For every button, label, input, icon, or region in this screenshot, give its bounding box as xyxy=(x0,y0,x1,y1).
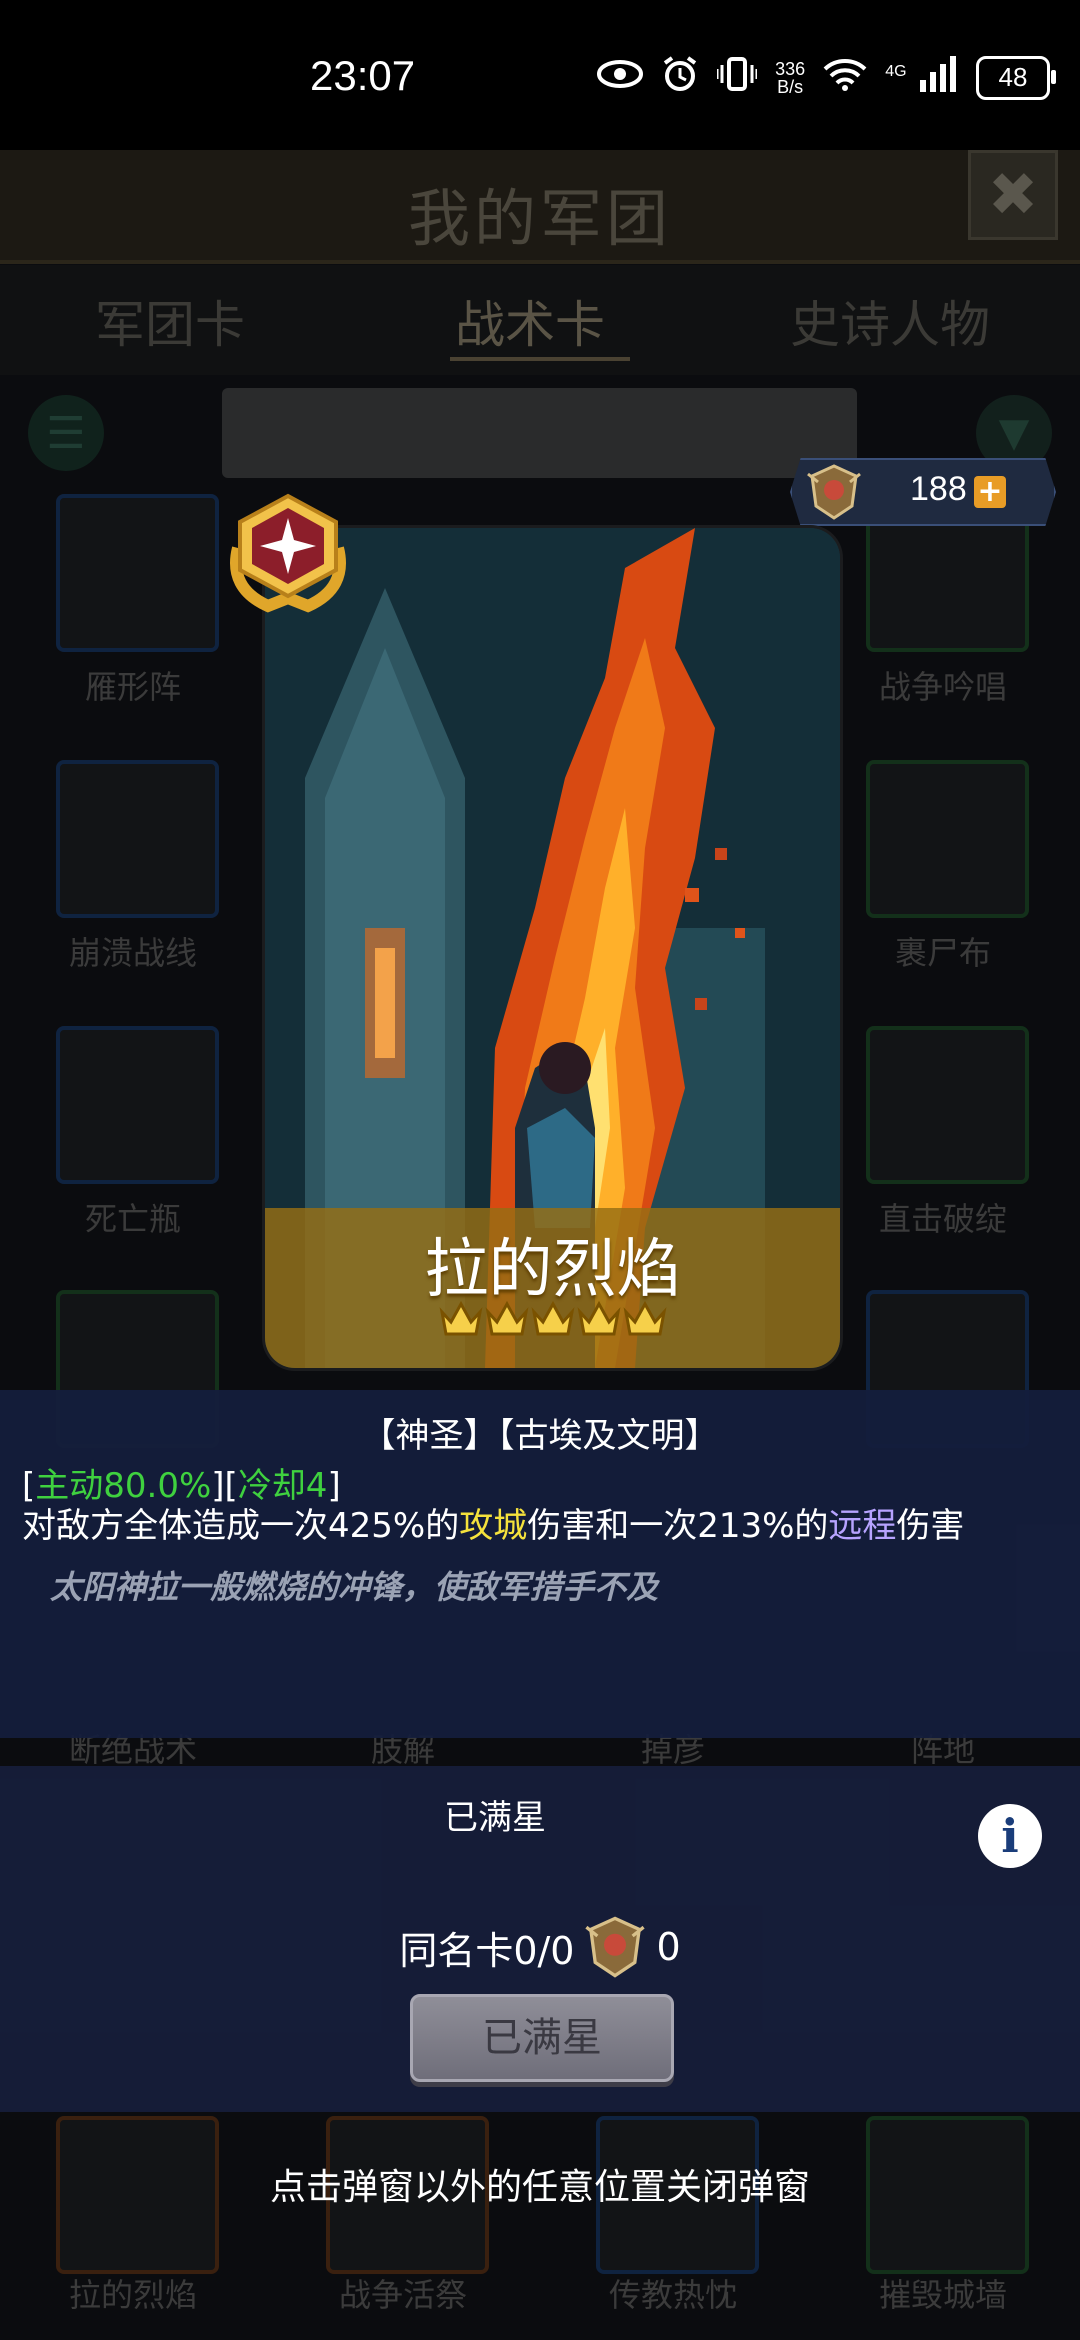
bg-card-label: 传教热忱 xyxy=(608,2276,737,2314)
status-bar: 23:07 336 B/s 4G 48 xyxy=(0,0,1080,150)
bg-card-label: 裹尸布 xyxy=(894,934,991,972)
status-icons: 336 B/s 4G 48 xyxy=(597,55,1056,100)
currency-value: 188 xyxy=(910,470,967,508)
crown-star-icon xyxy=(577,1300,620,1336)
status-time: 23:07 xyxy=(310,52,416,99)
close-icon[interactable]: ✖ xyxy=(968,150,1058,240)
max-star-button[interactable]: 已满星 xyxy=(410,1994,674,2082)
wifi-icon xyxy=(823,57,867,98)
skill-effect-line: 对敌方全体造成一次425%的攻城伤害和一次213%的远程伤害 xyxy=(22,1506,965,1546)
add-currency-button[interactable]: + xyxy=(974,476,1006,508)
bg-card-label: 雁形阵 xyxy=(84,668,181,706)
tab-tactic-cards[interactable]: 战术卡 xyxy=(455,285,605,357)
crest-coin-icon xyxy=(585,1916,646,1978)
background-tabs: 军团卡 战术卡 史诗人物 xyxy=(0,265,1080,375)
crown-star-icon xyxy=(485,1300,528,1336)
currency-pill[interactable]: 188 + xyxy=(790,458,1056,526)
bg-card-5[interactable] xyxy=(56,1026,219,1184)
bg-card-6[interactable] xyxy=(866,1026,1029,1184)
bg-card-label: 摧毁城墙 xyxy=(878,2276,1007,2314)
crest-coin-icon xyxy=(807,464,861,520)
star-status: 已满星 xyxy=(444,1798,546,1838)
upgrade-panel: 已满星 i 同名卡0/0 0 已满星 xyxy=(0,1766,1080,2112)
bg-card-label: 崩溃战线 xyxy=(68,934,197,972)
card-name: 拉的烈焰 xyxy=(424,1233,681,1307)
bg-card-label: 战争吟唱 xyxy=(878,668,1007,706)
tactic-card: 拉的烈焰 xyxy=(265,528,840,1368)
list-view-button[interactable]: ☰ xyxy=(28,395,104,471)
bg-card-3[interactable] xyxy=(56,760,219,918)
background-title: 我的军团 xyxy=(407,182,672,255)
flavor-text: 太阳神拉一般燃烧的冲锋，使敌军措手不及 xyxy=(50,1568,659,1606)
network-speed: 336 B/s xyxy=(775,58,806,97)
rank-badge-icon xyxy=(230,493,346,613)
currency-cost: 0 xyxy=(656,1925,681,1969)
bg-card-1[interactable] xyxy=(56,494,219,652)
crown-star-icon xyxy=(623,1300,666,1336)
skill-description-panel: 【神圣】【古埃及文明】 [主动80.0%][冷却4] 对敌方全体造成一次425%… xyxy=(0,1390,1080,1738)
crown-star-icon xyxy=(531,1300,574,1336)
info-icon[interactable]: i xyxy=(978,1804,1042,1868)
tab-legion-cards[interactable]: 军团卡 xyxy=(95,285,245,357)
damage-type-ranged: 远程 xyxy=(828,1506,897,1546)
bg-card-4[interactable] xyxy=(866,760,1029,918)
tab-underline xyxy=(450,357,630,361)
bg-card-label: 拉的烈焰 xyxy=(68,2276,197,2314)
search-bar[interactable] xyxy=(222,388,857,478)
bg-card-label: 死亡瓶 xyxy=(84,1200,181,1238)
bg-card-label: 直击破绽 xyxy=(878,1200,1007,1238)
duplicate-count: 同名卡0/0 xyxy=(399,1928,575,1973)
vibrate-icon xyxy=(715,55,759,100)
duplicate-card-row: 同名卡0/0 0 xyxy=(0,1914,1080,1980)
background-header: 我的军团 ✖ xyxy=(0,150,1080,264)
signal-icon: 4G xyxy=(885,56,958,99)
eye-icon xyxy=(597,59,644,96)
card-tags: 【神圣】【古埃及文明】 xyxy=(361,1416,719,1456)
damage-type-siege: 攻城 xyxy=(459,1506,528,1546)
bg-card-label: 战争活祭 xyxy=(338,2276,467,2314)
tab-epic-heroes[interactable]: 史诗人物 xyxy=(790,285,990,357)
battery-indicator: 48 xyxy=(976,55,1056,100)
close-hint: 点击弹窗以外的任意位置关闭弹窗 xyxy=(269,2167,810,2208)
star-rating xyxy=(265,1300,840,1338)
alarm-icon xyxy=(661,55,699,100)
crown-star-icon xyxy=(439,1300,482,1336)
